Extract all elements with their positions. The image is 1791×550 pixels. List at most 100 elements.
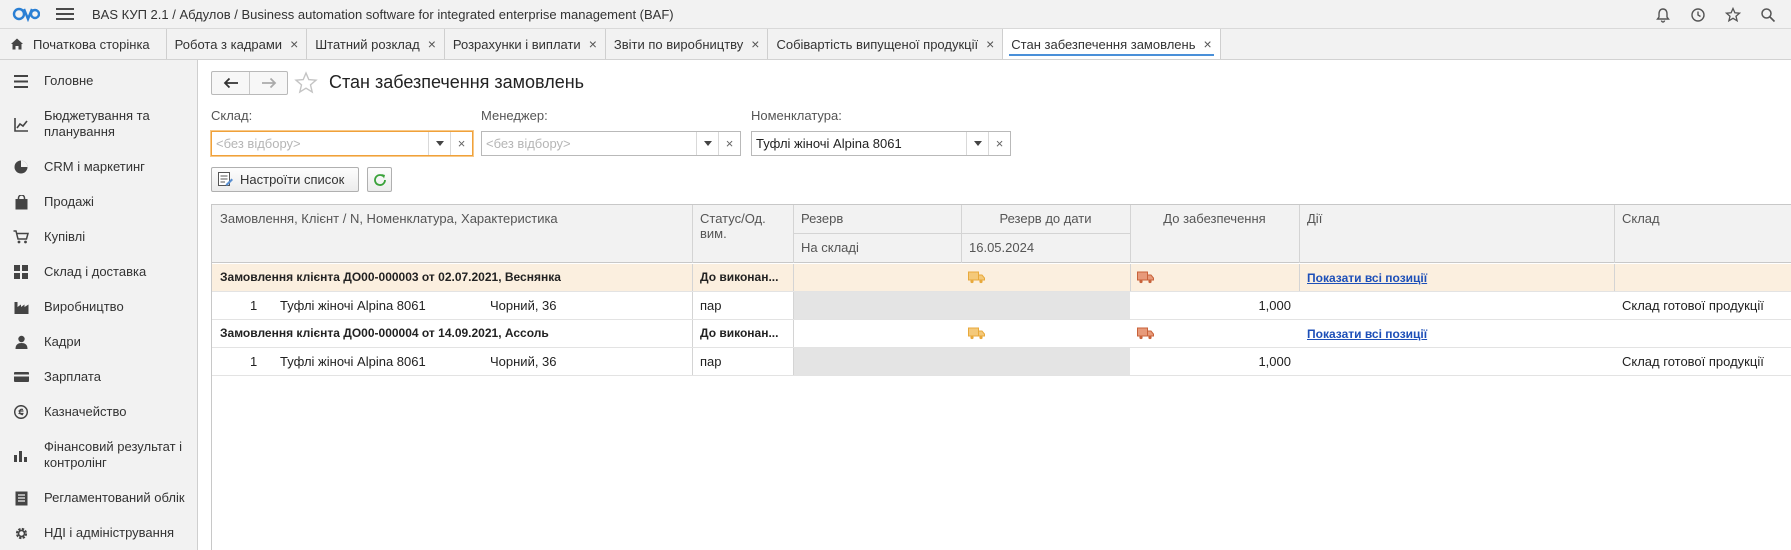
close-icon[interactable]: × bbox=[986, 37, 994, 51]
main-menu-icon[interactable] bbox=[56, 8, 74, 20]
nomenclature-filter-label: Номенклатура: bbox=[751, 108, 842, 123]
chart-line-icon bbox=[13, 116, 29, 132]
sidebar-item-production[interactable]: Виробництво bbox=[0, 296, 197, 318]
warehouse-filter-input[interactable] bbox=[212, 132, 428, 155]
close-icon[interactable]: × bbox=[1203, 37, 1211, 51]
nomenclature-filter: × bbox=[751, 131, 1011, 156]
chevron-down-icon[interactable] bbox=[696, 132, 718, 155]
table-row-item[interactable]: 1 Туфлі жіночі Alpina 8061 Чорний, 36 па… bbox=[212, 292, 1791, 320]
close-icon[interactable]: × bbox=[589, 37, 597, 51]
sidebar-item-regulated-accounting[interactable]: Регламентований облік bbox=[0, 487, 197, 509]
column-header-order[interactable]: Замовлення, Клієнт / N, Номенклатура, Ха… bbox=[212, 205, 692, 232]
table-header: Замовлення, Клієнт / N, Номенклатура, Ха… bbox=[212, 205, 1791, 263]
tab-order-provision[interactable]: Стан забезпечення замовлень × bbox=[1003, 29, 1221, 59]
tab-payroll[interactable]: Розрахунки і виплати × bbox=[445, 29, 606, 59]
bar-chart-icon bbox=[13, 447, 29, 463]
favorites-star-icon[interactable] bbox=[1724, 6, 1742, 24]
favorite-star-icon[interactable] bbox=[294, 71, 318, 95]
manager-filter: × bbox=[481, 131, 741, 156]
chevron-down-icon[interactable] bbox=[428, 132, 450, 155]
manager-filter-label: Менеджер: bbox=[481, 108, 548, 123]
close-icon[interactable]: × bbox=[751, 37, 759, 51]
order-title: Замовлення клієнта ДО00-000004 от 14.09.… bbox=[220, 326, 549, 340]
sidebar-item-purchases[interactable]: Купівлі bbox=[0, 226, 197, 248]
truck-provide-icon bbox=[1137, 271, 1154, 284]
sidebar-item-sales[interactable]: Продажі bbox=[0, 191, 197, 213]
item-nomenclature: Туфлі жіночі Alpina 8061 bbox=[280, 354, 426, 369]
sidebar-item-label: Головне bbox=[44, 73, 94, 88]
sidebar-item-admin[interactable]: НДІ і адміністрування bbox=[0, 522, 197, 544]
manager-filter-input[interactable] bbox=[482, 132, 696, 155]
back-button[interactable] bbox=[212, 72, 249, 94]
column-header-reserve-date[interactable]: 16.05.2024 bbox=[961, 234, 1130, 261]
column-header-reserve-until[interactable]: Резерв до дати bbox=[961, 205, 1130, 232]
forward-button[interactable] bbox=[249, 72, 287, 94]
sidebar-item-budgeting[interactable]: Бюджетування та планування bbox=[0, 107, 197, 141]
bell-icon[interactable] bbox=[1654, 6, 1672, 24]
sidebar-item-hr[interactable]: Кадри bbox=[0, 331, 197, 353]
app-logo[interactable] bbox=[12, 5, 40, 23]
ledger-icon bbox=[13, 490, 29, 506]
nomenclature-filter-input[interactable] bbox=[752, 132, 966, 155]
page-title: Стан забезпечення замовлень bbox=[329, 72, 585, 92]
truck-reserve-icon bbox=[968, 327, 985, 340]
item-characteristic: Чорний, 36 bbox=[490, 354, 557, 369]
truck-reserve-icon bbox=[968, 271, 985, 284]
clear-icon[interactable]: × bbox=[450, 132, 472, 155]
close-icon[interactable]: × bbox=[290, 37, 298, 51]
tab-label: Робота з кадрами bbox=[174, 36, 283, 52]
gear-icon bbox=[13, 525, 29, 541]
item-warehouse: Склад готової продукції bbox=[1622, 354, 1764, 369]
tab-label: Штатний розклад bbox=[315, 36, 420, 52]
tab-production-reports[interactable]: Звіти по виробництву × bbox=[606, 29, 769, 59]
show-all-positions-link[interactable]: Показати всі позиції bbox=[1307, 271, 1427, 285]
tab-staff-schedule[interactable]: Штатний розклад × bbox=[307, 29, 445, 59]
sidebar-item-salary[interactable]: Зарплата bbox=[0, 366, 197, 388]
sidebar-item-label: Бюджетування та планування bbox=[44, 108, 150, 139]
factory-icon bbox=[13, 299, 29, 315]
sidebar-item-label: Регламентований облік bbox=[44, 490, 185, 505]
column-header-to-provide[interactable]: До забезпечення bbox=[1130, 205, 1299, 232]
sidebar-item-label: Кадри bbox=[44, 334, 81, 349]
chevron-down-icon[interactable] bbox=[966, 132, 988, 155]
sidebar-item-warehouse[interactable]: Склад і доставка bbox=[0, 261, 197, 283]
column-header-status[interactable]: Статус/Од. вим. bbox=[692, 205, 793, 247]
show-all-positions-cell: Показати всі позиції bbox=[1299, 264, 1614, 291]
sidebar-item-treasury[interactable]: Казначейство bbox=[0, 401, 197, 423]
table-row-order[interactable]: Замовлення клієнта ДО00-000004 от 14.09.… bbox=[212, 320, 1791, 348]
warehouse-filter-label: Склад: bbox=[211, 108, 253, 123]
show-all-positions-link[interactable]: Показати всі позиції bbox=[1307, 327, 1427, 341]
tab-production-cost[interactable]: Собівартість випущеної продукції × bbox=[768, 29, 1004, 59]
column-header-actions[interactable]: Дії bbox=[1299, 205, 1614, 232]
tab-label: Собівартість випущеної продукції bbox=[776, 36, 979, 52]
item-to-provide: 1,000 bbox=[1258, 298, 1291, 313]
history-nav bbox=[211, 71, 288, 95]
search-icon[interactable] bbox=[1759, 6, 1777, 24]
arrow-right-icon bbox=[261, 77, 276, 89]
shopping-bag-icon bbox=[13, 194, 29, 210]
column-header-on-stock[interactable]: На складі bbox=[793, 234, 961, 261]
configure-list-button[interactable]: Настроїти список bbox=[211, 167, 359, 192]
tab-home[interactable]: Початкова сторінка bbox=[0, 29, 167, 59]
clear-icon[interactable]: × bbox=[988, 132, 1010, 155]
table-row-item[interactable]: 1 Туфлі жіночі Alpina 8061 Чорний, 36 па… bbox=[212, 348, 1791, 376]
column-header-reserve[interactable]: Резерв bbox=[793, 205, 961, 232]
history-icon[interactable] bbox=[1689, 6, 1707, 24]
clear-icon[interactable]: × bbox=[718, 132, 740, 155]
table-row-order[interactable]: Замовлення клієнта ДО00-000003 от 02.07.… bbox=[212, 264, 1791, 292]
refresh-button[interactable] bbox=[367, 167, 392, 192]
sidebar-item-label: Казначейство bbox=[44, 404, 127, 419]
warehouse-filter: × bbox=[211, 131, 473, 156]
coin-icon bbox=[13, 404, 29, 420]
sidebar-item-label: НДІ і адміністрування bbox=[44, 525, 175, 540]
column-header-warehouse[interactable]: Склад bbox=[1614, 205, 1791, 232]
home-icon bbox=[11, 38, 23, 50]
sidebar-item-main[interactable]: Головне bbox=[0, 70, 197, 92]
sidebar-item-label: Купівлі bbox=[44, 229, 86, 244]
tab-hr-work[interactable]: Робота з кадрами × bbox=[167, 29, 308, 59]
refresh-icon bbox=[373, 173, 386, 186]
sidebar-item-crm[interactable]: CRM і маркетинг bbox=[0, 156, 197, 178]
close-icon[interactable]: × bbox=[428, 37, 436, 51]
order-provision-table: Замовлення, Клієнт / N, Номенклатура, Ха… bbox=[211, 204, 1791, 550]
sidebar-item-financial-result[interactable]: Фінансовий результат і контролінг bbox=[0, 438, 197, 472]
